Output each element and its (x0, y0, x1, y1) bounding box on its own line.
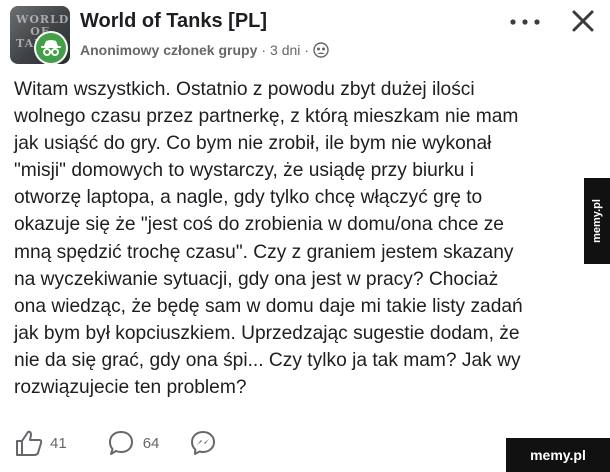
post-actions: 41 64 (14, 428, 217, 458)
like-count: 41 (50, 434, 67, 452)
anonymous-member-badge[interactable] (34, 31, 68, 65)
author-name[interactable]: Anonimowy członek grupy (80, 42, 257, 58)
corner-watermark: memy.pl (506, 438, 610, 472)
group-audience-icon (313, 42, 329, 58)
close-icon[interactable] (570, 8, 596, 34)
comment-button[interactable]: 64 (107, 429, 160, 457)
meta-separator: · (261, 42, 267, 58)
post-body-text: Witam wszystkich. Ostatnio z powodu zbyt… (14, 79, 523, 399)
group-name[interactable]: World of Tanks [PL] (80, 10, 267, 33)
side-watermark: memy.pl (584, 178, 610, 264)
anonymous-member-icon (41, 40, 61, 56)
post-header: WORLD OF TANKS World of Tanks [PL] Anoni… (10, 6, 600, 66)
meta-separator: · (304, 42, 310, 58)
like-button[interactable]: 41 (14, 429, 67, 457)
comment-count: 64 (142, 434, 160, 452)
more-horizontal-icon[interactable] (508, 12, 542, 32)
side-watermark-text: memy.pl (591, 199, 603, 243)
share-button[interactable] (189, 429, 217, 457)
messenger-icon (191, 431, 216, 455)
corner-watermark-text: memy.pl (530, 447, 586, 463)
post-time[interactable]: 3 dni (270, 42, 300, 58)
comment-bubble-icon (108, 431, 133, 455)
post-meta: Anonimowy członek grupy · 3 dni · (80, 42, 329, 58)
thumbs-up-icon (16, 430, 43, 456)
